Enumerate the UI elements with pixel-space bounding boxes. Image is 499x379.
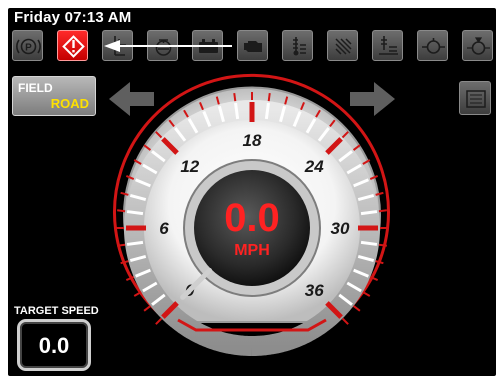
scale-label-36: 36 [305,281,324,300]
arrow-left-icon[interactable] [109,82,154,116]
bezel-tick [143,305,152,312]
scale-label-12: 12 [180,157,199,176]
bezel-tick [267,93,271,102]
scale-label-18: 18 [243,131,262,150]
scale-label-24: 24 [304,157,324,176]
scale-label-6: 6 [159,219,169,238]
display-panel: Friday 07:13 AM P FIELD ROAD 6 12 18 24 … [8,8,496,376]
minor-tick [234,102,240,120]
speed-unit: MPH [234,242,270,259]
speed-value: 0.0 [224,196,280,240]
bezel-tick [117,209,126,213]
minor-tick [360,240,378,246]
bezel-tick [341,317,349,325]
machine-display-screen: Friday 07:13 AM P FIELD ROAD 6 12 18 24 … [0,0,499,379]
arrow-right-icon[interactable] [350,82,395,116]
bezel-tick [155,317,163,325]
bezel-tick [375,260,384,265]
bezel-tick [378,209,387,213]
bezel-tick [378,243,387,247]
bezel-tick [117,243,126,247]
target-speed-box[interactable]: 0.0 [17,319,91,371]
bezel-tick [362,291,371,297]
minor-tick [264,102,270,120]
minor-tick [126,210,144,216]
minor-tick [360,210,378,216]
bezel-tick [233,93,237,102]
target-speed-label: TARGET SPEED [14,305,99,317]
bezel-tick [352,305,361,312]
scale-label-30: 30 [331,219,350,238]
target-speed-value: 0.0 [38,333,70,358]
bezel-tick [120,260,129,265]
minor-tick [126,240,144,246]
